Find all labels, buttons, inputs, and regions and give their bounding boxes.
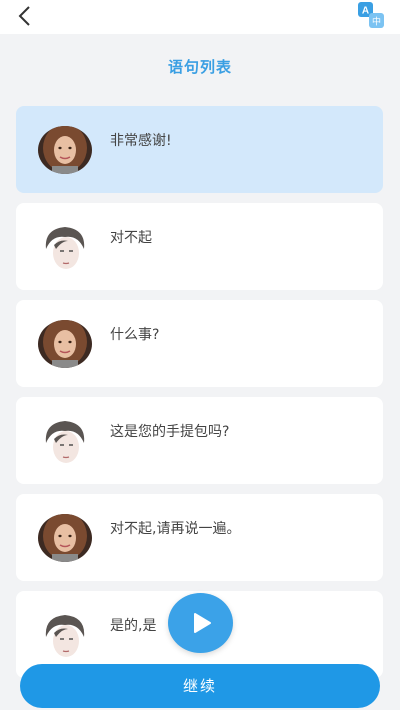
back-button[interactable] [10,2,38,30]
sentence-text: 对不起 [110,230,152,246]
avatar [38,223,92,271]
translate-cjk-glyph: 中 [372,16,381,28]
translate-button[interactable]: A 中 [358,2,384,28]
continue-button[interactable]: 继续 [20,664,380,708]
sentence-card[interactable]: 非常感谢! [16,106,383,193]
avatar [38,126,92,174]
avatar [38,514,92,562]
avatar [38,611,92,659]
play-icon [193,613,211,633]
sentence-text: 非常感谢! [110,133,172,149]
sentence-text: 对不起,请再说一遍。 [110,521,241,537]
play-button[interactable] [168,593,233,653]
sentence-text: 这是您的手提包吗? [110,424,230,440]
sentence-text: 什么事? [110,327,160,343]
sentence-card[interactable]: 对不起,请再说一遍。 [16,494,383,581]
avatar [38,417,92,465]
sentence-card[interactable]: 什么事? [16,300,383,387]
chevron-left-icon [18,6,30,26]
page-title: 语句列表 [167,58,232,76]
top-bar: A 中 [0,0,400,34]
translate-latin-glyph: A [362,6,369,17]
sentence-card[interactable]: 这是您的手提包吗? [16,397,383,484]
avatar [38,320,92,368]
translate-icon: A 中 [358,2,384,28]
sentence-card[interactable]: 对不起 [16,203,383,290]
sentence-text: 是的,是 [110,618,157,634]
